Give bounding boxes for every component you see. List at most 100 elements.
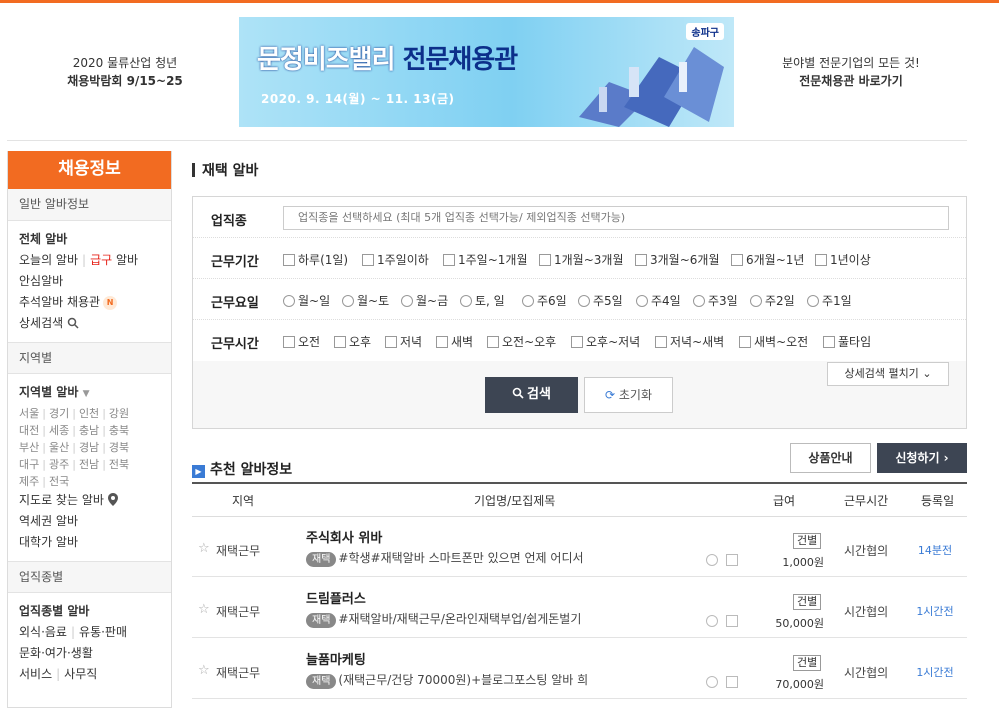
region-link[interactable]: 광주 xyxy=(49,458,69,471)
table-row[interactable]: ☆ 재택근무 늘품마케팅 재택 (재택근무/건당 70000원)+블로그포스팅 알… xyxy=(192,639,967,699)
star-icon[interactable]: ☆ xyxy=(198,602,210,617)
zoom-icon[interactable] xyxy=(706,554,718,566)
days-radio[interactable]: 주6일 xyxy=(522,292,567,309)
row-hours: 시간협의 xyxy=(844,544,889,558)
region-link[interactable]: 경기 xyxy=(49,407,69,420)
search-button[interactable]: 검색 xyxy=(485,377,578,413)
filter-label-job: 업직종 xyxy=(211,214,247,229)
region-link[interactable]: 대구 xyxy=(19,458,39,471)
reset-button[interactable]: ⟳ 초기화 xyxy=(584,377,673,413)
search-button-label: 검색 xyxy=(527,387,551,402)
region-link[interactable]: 경북 xyxy=(109,441,129,454)
time-checkbox[interactable]: 풀타임 xyxy=(823,333,871,350)
days-radio[interactable]: 주5일 xyxy=(578,292,623,309)
region-link[interactable]: 충북 xyxy=(109,424,129,437)
window-icon[interactable] xyxy=(726,615,738,627)
region-link[interactable]: 제주 xyxy=(19,475,39,488)
product-info-button[interactable]: 상품안내 xyxy=(790,443,871,473)
time-checkbox[interactable]: 오후 xyxy=(334,333,371,350)
time-checkbox[interactable]: 오전 xyxy=(283,333,320,350)
promo-link-right[interactable]: 분야별 전문기업의 모든 것! 전문채용관 바로가기 xyxy=(766,54,936,90)
sidebar-item-all[interactable]: 전체 알바 xyxy=(19,229,160,250)
sidebar-item-region[interactable]: 지역별 알바 ▼ xyxy=(19,382,160,405)
days-radio[interactable]: 토, 일 xyxy=(460,292,505,309)
jobtype-link[interactable]: 사무직 xyxy=(64,667,97,681)
row-description[interactable]: 재택 #학생#재택알바 스마트폰만 있으면 언제 어디서 xyxy=(306,549,584,567)
sidebar-item-map[interactable]: 지도로 찾는 알바 xyxy=(19,490,160,511)
region-link[interactable]: 인천 xyxy=(79,407,99,420)
sidebar-item-campus[interactable]: 대학가 알바 xyxy=(19,532,160,553)
sidebar-item-station[interactable]: 역세권 알바 xyxy=(19,511,160,532)
period-checkbox[interactable]: 1개월~3개월 xyxy=(539,251,624,268)
jobtype-link[interactable]: 서비스 xyxy=(19,667,52,681)
region-link[interactable]: 전남 xyxy=(79,458,99,471)
sidebar-item-today-link[interactable]: 오늘의 알바 xyxy=(19,253,78,267)
sidebar-item-detail-search[interactable]: 상세검색 xyxy=(19,313,160,334)
days-radio[interactable]: 주2일 xyxy=(750,292,795,309)
region-link[interactable]: 세종 xyxy=(49,424,69,437)
time-checkbox[interactable]: 오후~저녁 xyxy=(571,333,640,350)
sidebar-item-urgent-suffix[interactable]: 알바 xyxy=(116,253,138,267)
job-category-select[interactable]: 업직종을 선택하세요 (최대 5개 업직종 선택가능/ 제외업직종 선택가능) xyxy=(283,206,949,230)
region-link[interactable]: 전국 xyxy=(49,475,69,488)
table-row[interactable]: ☆ 재택근무 드림플러스 재택 #재택알바/재택근무/온라인재택부업/쉽게돈벌기 … xyxy=(192,578,967,638)
star-icon[interactable]: ☆ xyxy=(198,541,210,556)
checkbox-icon xyxy=(283,336,295,348)
region-link[interactable]: 부산 xyxy=(19,441,39,454)
period-label: 3개월~6개월 xyxy=(650,253,720,267)
time-checkbox[interactable]: 저녁~새벽 xyxy=(655,333,724,350)
promo-link-left[interactable]: 2020 물류산업 청년 채용박람회 9/15~25 xyxy=(40,54,210,90)
sidebar-title[interactable]: 채용정보 xyxy=(8,151,171,189)
row-company[interactable]: 늘품마케팅 xyxy=(306,649,366,668)
star-icon[interactable]: ☆ xyxy=(198,663,210,678)
sidebar: 채용정보 일반 알바정보 전체 알바 오늘의 알바 | 급구 알바 안심알바 추석알… xyxy=(7,151,172,708)
row-location: 재택근무 xyxy=(216,544,261,558)
period-checkbox[interactable]: 1주일이하 xyxy=(362,251,429,268)
period-checkbox[interactable]: 1년이상 xyxy=(815,251,871,268)
days-radio[interactable]: 주1일 xyxy=(807,292,852,309)
days-radio[interactable]: 월~금 xyxy=(401,292,448,309)
zoom-icon[interactable] xyxy=(706,615,718,627)
region-link[interactable]: 경남 xyxy=(79,441,99,454)
detail-search-toggle-button[interactable]: 상세검색 펼치기 ⌄ xyxy=(827,362,949,386)
row-company[interactable]: 주식회사 위바 xyxy=(306,527,382,546)
time-checkbox[interactable]: 새벽 xyxy=(436,333,473,350)
jobtype-link[interactable]: 외식·음료 xyxy=(19,625,67,639)
sidebar-item-chuseok[interactable]: 추석알바 채용관 N xyxy=(19,292,160,313)
period-checkbox[interactable]: 하루(1일) xyxy=(283,251,348,268)
time-checkbox[interactable]: 오전~오후 xyxy=(487,333,556,350)
region-link[interactable]: 서울 xyxy=(19,407,39,420)
time-checkbox[interactable]: 새벽~오전 xyxy=(739,333,808,350)
window-icon[interactable] xyxy=(726,676,738,688)
period-checkbox[interactable]: 3개월~6개월 xyxy=(635,251,720,268)
region-link[interactable]: 울산 xyxy=(49,441,69,454)
row-description[interactable]: 재택 #재택알바/재택근무/온라인재택부업/쉽게돈벌기 xyxy=(306,610,581,628)
sidebar-item-urgent[interactable]: 급구 xyxy=(90,253,112,267)
sidebar-item-safe[interactable]: 안심알바 xyxy=(19,271,160,292)
days-radio[interactable]: 월~토 xyxy=(342,292,389,309)
region-link[interactable]: 강원 xyxy=(109,407,129,420)
table-row[interactable]: ☆ 재택근무 주식회사 위바 재택 #학생#재택알바 스마트폰만 있으면 언제 어… xyxy=(192,517,967,577)
jobtype-link[interactable]: 유통·판매 xyxy=(79,625,127,639)
days-label: 주6일 xyxy=(537,294,567,308)
time-label: 오전 xyxy=(298,335,321,349)
sidebar-item-jobtype[interactable]: 업직종별 알바 xyxy=(19,601,160,622)
days-radio[interactable]: 월~일 xyxy=(283,292,330,309)
region-link[interactable]: 전북 xyxy=(109,458,129,471)
refresh-icon: ⟳ xyxy=(604,388,616,402)
apply-button[interactable]: 신청하기 › xyxy=(877,443,967,473)
days-radio[interactable]: 주3일 xyxy=(693,292,738,309)
time-checkbox[interactable]: 저녁 xyxy=(385,333,422,350)
period-checkbox[interactable]: 1주일~1개월 xyxy=(443,251,528,268)
promo-left-line2: 채용박람회 9/15~25 xyxy=(67,74,183,88)
region-link[interactable]: 대전 xyxy=(19,424,39,437)
window-icon[interactable] xyxy=(726,554,738,566)
region-link[interactable]: 충남 xyxy=(79,424,99,437)
jobtype-link[interactable]: 문화·여가·생활 xyxy=(19,646,93,660)
row-description[interactable]: 재택 (재택근무/건당 70000원)+블로그포스팅 알바 희 xyxy=(306,671,588,689)
period-checkbox[interactable]: 6개월~1년 xyxy=(731,251,804,268)
main-banner[interactable]: 문정비즈밸리 전문채용관 2020. 9. 14(월) ~ 11. 13(금) … xyxy=(239,17,734,127)
days-radio[interactable]: 주4일 xyxy=(636,292,681,309)
row-company[interactable]: 드림플러스 xyxy=(306,588,366,607)
zoom-icon[interactable] xyxy=(706,676,718,688)
